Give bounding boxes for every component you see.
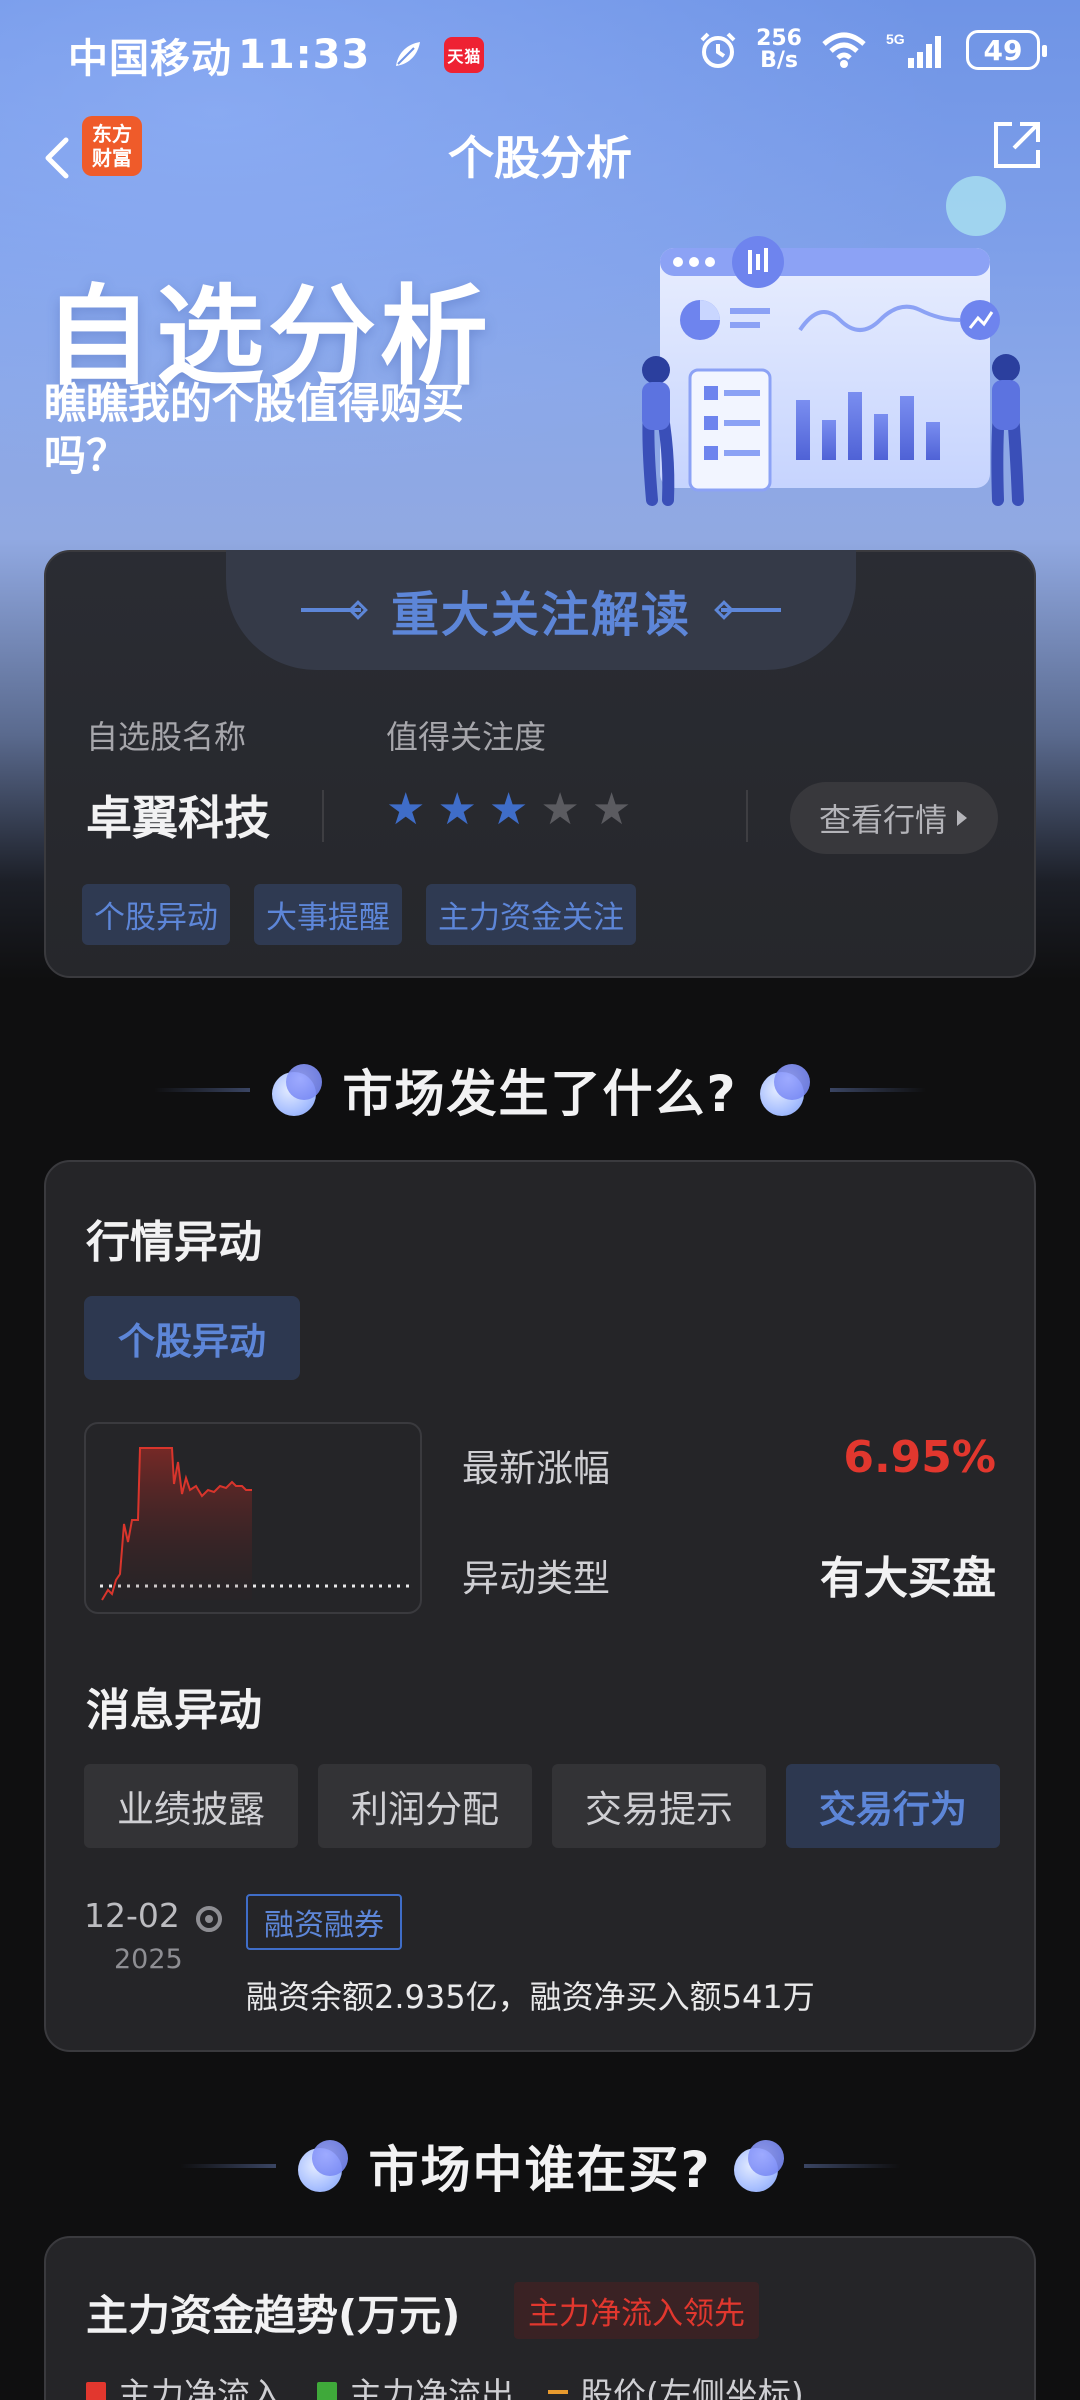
tab-stock-anomaly[interactable]: 个股异动 [84, 1296, 300, 1380]
market-card-title: 行情异动 [86, 1217, 262, 1268]
clock: 11:33 [238, 32, 371, 78]
signal-5g-icon: 5G [886, 31, 941, 68]
attention-rating: ★ ★ ★ ★ ★ [386, 788, 631, 832]
stock-name-label: 自选股名称 [86, 718, 247, 756]
section-heading-market: 市场发生了什么? [0, 1050, 1080, 1130]
tab-profit-distribution[interactable]: 利润分配 [318, 1764, 532, 1848]
section-line-left [154, 1088, 251, 1092]
section-line-left [180, 2164, 277, 2168]
latest-change-label: 最新涨幅 [462, 1447, 610, 1490]
legend-label: 主力净流出 [349, 2375, 514, 2400]
divider [322, 790, 324, 842]
section-title: 市场中谁在买? [368, 2141, 712, 2199]
alarm-icon [700, 32, 736, 68]
section-title: 市场发生了什么? [342, 1065, 738, 1123]
svg-text:5G: 5G [886, 31, 905, 47]
intraday-sparkline [100, 1447, 410, 1601]
tag-main-funds[interactable]: 主力资金关注 [426, 884, 636, 945]
focus-card-title: 重大关注解读 [390, 587, 691, 643]
net-speed-unit: B/s [760, 48, 798, 73]
news-category-tag[interactable]: 融资融券 [246, 1894, 402, 1950]
legend-item-inflow: 主力净流入 [86, 2368, 283, 2400]
section-line-right [829, 1088, 926, 1092]
carrier-label: 中国移动 [68, 36, 232, 82]
legend-label: 主力净流入 [118, 2375, 283, 2400]
star-icon: ★ [488, 784, 529, 835]
bubble-icon [294, 2138, 350, 2194]
stock-name: 卓翼科技 [86, 791, 270, 845]
divider [746, 790, 748, 842]
header-diamond-left [348, 600, 368, 620]
tag-major-events[interactable]: 大事提醒 [254, 884, 402, 945]
star-icon: ★ [437, 784, 477, 835]
fund-flow-card: 主力资金趋势(万元) 主力净流入领先 主力净流入 主力净流出 股价(左侧坐标) [44, 2236, 1036, 2400]
battery-level: 49 [983, 33, 1023, 67]
tmall-icon: 天猫 [444, 37, 485, 73]
leaf-icon [396, 42, 421, 66]
news-year: 2025 [114, 1944, 183, 1975]
focus-card-header: 重大关注解读 [226, 550, 856, 670]
legend-item-outflow: 主力净流出 [317, 2368, 514, 2400]
fund-flow-legend: 主力净流入 主力净流出 股价(左侧坐标) [86, 2368, 804, 2400]
bubble-icon [268, 1062, 324, 1118]
battery-icon: 49 [966, 30, 1047, 70]
focus-card: 重大关注解读 自选股名称 值得关注度 卓翼科技 ★ ★ ★ ★ ★ 查看行情 个… [44, 550, 1036, 978]
intraday-mini-chart [84, 1422, 422, 1614]
tab-earnings-disclosure[interactable]: 业绩披露 [84, 1764, 298, 1848]
fund-flow-badge: 主力净流入领先 [514, 2282, 759, 2339]
star-icon: ★ [386, 784, 426, 835]
legend-label: 股价(左侧坐标) [580, 2375, 804, 2400]
bubble-icon [730, 2138, 786, 2194]
inflow-swatch-icon [86, 2382, 106, 2400]
outflow-swatch-icon [317, 2382, 337, 2400]
status-left: 中国移动 11:33 天猫 [68, 26, 485, 84]
status-bar: 中国移动 11:33 天猫 256 B/s 5G 49 [0, 0, 1080, 100]
legend-item-price: 股价(左侧坐标) [548, 2368, 804, 2400]
timeline-dot-icon [196, 1906, 222, 1932]
fund-flow-title: 主力资金趋势(万元) [86, 2291, 461, 2340]
analytics-illustration [642, 176, 1024, 506]
news-tabs: 业绩披露 利润分配 交易提示 交易行为 [84, 1764, 1000, 1848]
net-speed: 256 B/s [756, 28, 802, 72]
latest-change-value: 6.95% [843, 1432, 996, 1483]
header-deco-right [721, 608, 781, 612]
section-line-right [803, 2164, 900, 2168]
bubble-icon [756, 1062, 812, 1118]
view-quote-label: 查看行情 [818, 801, 947, 839]
tag-stock-anomaly[interactable]: 个股异动 [82, 884, 230, 945]
market-card: 行情异动 个股异动 最新涨幅 6.95% 异动类型 有大买盘 消息异动 业绩披露… [44, 1160, 1036, 2052]
price-line-swatch-icon [548, 2390, 568, 2394]
news-text[interactable]: 融资余额2.935亿，融资净买入额541万 [246, 1972, 815, 2018]
news-date: 12-02 [84, 1896, 180, 1935]
net-speed-value: 256 [756, 26, 802, 51]
anomaly-type-label: 异动类型 [462, 1557, 610, 1600]
wifi-icon [822, 32, 866, 68]
status-right: 256 B/s 5G 49 [698, 28, 1047, 72]
news-section-title: 消息异动 [86, 1685, 262, 1736]
star-icon: ★ [540, 784, 580, 835]
share-icon[interactable] [988, 116, 1046, 174]
caret-right-icon [957, 810, 967, 826]
hero-subtitle: 瞧瞧我的个股值得购买吗？ [44, 379, 465, 480]
anomaly-type-value: 有大买盘 [820, 1553, 996, 1604]
star-icon: ★ [591, 784, 632, 835]
section-heading-buyers: 市场中谁在买? [0, 2126, 1080, 2206]
focus-tags: 个股异动 大事提醒 主力资金关注 [82, 884, 636, 945]
tab-trading-notice[interactable]: 交易提示 [552, 1764, 766, 1848]
attention-label: 值得关注度 [386, 718, 547, 756]
view-quote-button[interactable]: 查看行情 [790, 782, 998, 854]
tab-trading-behavior[interactable]: 交易行为 [786, 1764, 1000, 1848]
